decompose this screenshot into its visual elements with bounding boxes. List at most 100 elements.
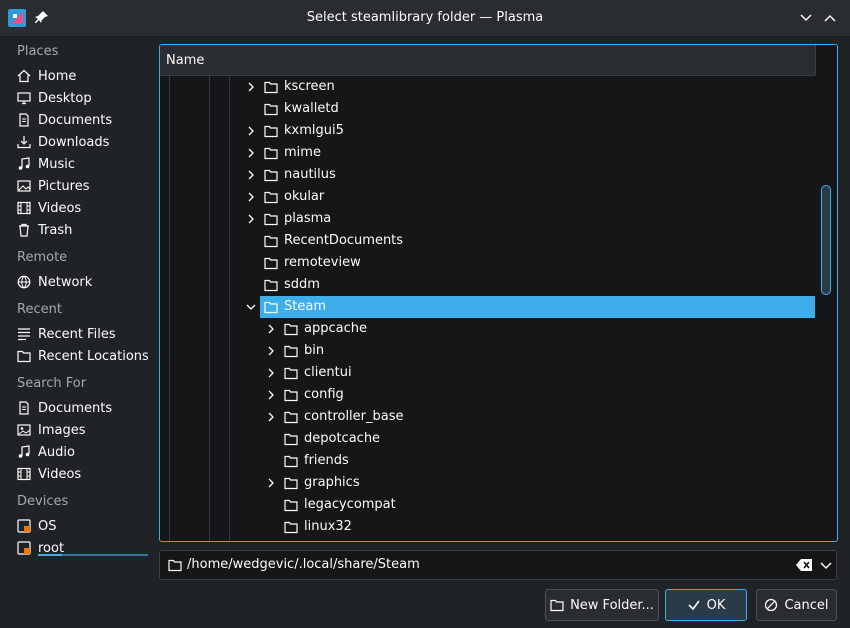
tree-row-depotcache[interactable]: depotcache bbox=[160, 428, 815, 450]
sidebar-item-pictures[interactable]: Pictures bbox=[17, 175, 152, 197]
tree-row-plasma[interactable]: plasma bbox=[160, 208, 815, 230]
sidebar-item-documents[interactable]: Documents bbox=[17, 109, 152, 131]
sidebar-item-trash[interactable]: Trash bbox=[17, 219, 152, 241]
pictures-icon bbox=[17, 180, 31, 192]
tree-body[interactable]: kscreen kwalletd kxmlgui5 mime nautilus okula… bbox=[160, 76, 815, 541]
sidebar-item-remote-network[interactable]: Network bbox=[17, 271, 152, 293]
maximize-chevron-icon[interactable] bbox=[822, 10, 838, 26]
sidebar-item-downloads[interactable]: Downloads bbox=[17, 131, 152, 153]
tree-row-mime[interactable]: mime bbox=[160, 142, 815, 164]
tree-row-sddm[interactable]: sddm bbox=[160, 274, 815, 296]
tree-row-linux32[interactable]: linux32 bbox=[160, 516, 815, 538]
chevron-right-icon[interactable] bbox=[265, 411, 277, 423]
chevron-right-icon[interactable] bbox=[245, 213, 257, 225]
sidebar-item-videos[interactable]: Videos bbox=[17, 197, 152, 219]
folder-icon bbox=[264, 103, 278, 116]
sidebar-item-search-documents[interactable]: Documents bbox=[17, 397, 152, 419]
folder-name: kscreen bbox=[284, 79, 335, 94]
ok-button[interactable]: OK bbox=[665, 589, 747, 621]
folder-icon bbox=[284, 433, 298, 446]
sidebar-item-recent-recent-files[interactable]: Recent Files bbox=[17, 323, 152, 345]
selection-highlight bbox=[260, 296, 815, 318]
folder-name: plasma bbox=[284, 211, 332, 226]
tree-row-controller_base[interactable]: controller_base bbox=[160, 406, 815, 428]
sidebar-item-search-images[interactable]: Images bbox=[17, 419, 152, 441]
tree-row-okular[interactable]: okular bbox=[160, 186, 815, 208]
sidebar-item-home[interactable]: Home bbox=[17, 65, 152, 87]
sidebar-item-search-audio[interactable]: Audio bbox=[17, 441, 152, 463]
chevron-right-icon[interactable] bbox=[245, 147, 257, 159]
folder-name: RecentDocuments bbox=[284, 233, 404, 248]
sidebar-item-recent-recent-locations[interactable]: Recent Locations bbox=[17, 345, 152, 367]
folder-icon bbox=[264, 257, 278, 270]
chevron-right-icon[interactable] bbox=[245, 81, 257, 93]
sidebar-item-label: Recent Locations bbox=[38, 348, 149, 364]
clear-text-icon[interactable] bbox=[796, 559, 812, 571]
tree-row-legacycompat[interactable]: legacycompat bbox=[160, 494, 815, 516]
chevron-down-icon[interactable] bbox=[820, 560, 832, 570]
videos-icon bbox=[17, 467, 31, 481]
drive-icon bbox=[17, 519, 31, 533]
sidebar-item-label: Trash bbox=[38, 222, 73, 238]
minimize-chevron-icon[interactable] bbox=[798, 10, 814, 26]
folder-icon bbox=[264, 147, 278, 160]
tree-row-graphics[interactable]: graphics bbox=[160, 472, 815, 494]
sidebar-item-music[interactable]: Music bbox=[17, 153, 152, 175]
folder-name: mime bbox=[284, 145, 321, 160]
chevron-down-icon[interactable] bbox=[245, 301, 257, 313]
folder-icon bbox=[284, 499, 298, 512]
tree-row-kxmlgui5[interactable]: kxmlgui5 bbox=[160, 120, 815, 142]
chevron-right-icon[interactable] bbox=[265, 367, 277, 379]
folder-name: bin bbox=[304, 343, 325, 358]
sidebar-item-device-os[interactable]: OS bbox=[17, 515, 152, 537]
chevron-right-icon[interactable] bbox=[265, 345, 277, 357]
folder-icon bbox=[284, 389, 298, 402]
tree-row-nautilus[interactable]: nautilus bbox=[160, 164, 815, 186]
scrollbar-thumb[interactable] bbox=[821, 185, 831, 295]
cancel-button[interactable]: Cancel bbox=[756, 589, 837, 621]
recent-header: Recent bbox=[17, 302, 62, 317]
tree-row-config[interactable]: config bbox=[160, 384, 815, 406]
cancel-icon bbox=[765, 598, 778, 612]
chevron-right-icon[interactable] bbox=[265, 323, 277, 335]
folder-icon bbox=[284, 411, 298, 424]
tree-row-kwalletd[interactable]: kwalletd bbox=[160, 98, 815, 120]
chevron-right-icon[interactable] bbox=[245, 191, 257, 203]
folder-tree-view[interactable]: Name kscreen kwalletd kxmlgui5 mime nautilus… bbox=[159, 44, 838, 542]
sidebar-item-desktop[interactable]: Desktop bbox=[17, 87, 152, 109]
chevron-right-icon[interactable] bbox=[265, 389, 277, 401]
chevron-right-icon[interactable] bbox=[245, 169, 257, 181]
remote-header: Remote bbox=[17, 250, 68, 265]
tree-row-steam[interactable]: Steam bbox=[160, 296, 815, 318]
folder-name: linux32 bbox=[304, 519, 352, 534]
path-input[interactable]: /home/wedgevic/.local/share/Steam bbox=[187, 557, 420, 572]
column-header[interactable]: Name bbox=[160, 45, 816, 76]
devices-header: Devices bbox=[17, 494, 69, 509]
tree-row-clientui[interactable]: clientui bbox=[160, 362, 815, 384]
sidebar-item-label: Videos bbox=[38, 466, 82, 482]
folder-icon bbox=[168, 559, 182, 572]
tree-row-appcache[interactable]: appcache bbox=[160, 318, 815, 340]
tree-row-kscreen[interactable]: kscreen bbox=[160, 76, 815, 98]
sidebar-item-label: Music bbox=[38, 156, 75, 172]
tree-row-friends[interactable]: friends bbox=[160, 450, 815, 472]
folder-open-icon bbox=[264, 301, 278, 314]
new-folder-button[interactable]: New Folder... bbox=[545, 589, 659, 621]
folder-name: Steam bbox=[284, 299, 326, 314]
folder-name: nautilus bbox=[284, 167, 336, 182]
folder-name: remoteview bbox=[284, 255, 361, 270]
chevron-right-icon[interactable] bbox=[265, 477, 277, 489]
folder-icon bbox=[284, 477, 298, 490]
path-combobox[interactable]: /home/wedgevic/.local/share/Steam bbox=[159, 550, 837, 580]
ok-label: OK bbox=[706, 597, 726, 613]
column-header-name[interactable]: Name bbox=[166, 53, 204, 68]
tree-row-recentdocuments[interactable]: RecentDocuments bbox=[160, 230, 815, 252]
places-header: Places bbox=[17, 44, 59, 59]
videos-icon bbox=[17, 201, 31, 215]
folder-name: depotcache bbox=[304, 431, 381, 446]
tree-row-remoteview[interactable]: remoteview bbox=[160, 252, 815, 274]
tree-row-bin[interactable]: bin bbox=[160, 340, 815, 362]
sidebar-item-label: OS bbox=[38, 518, 57, 534]
sidebar-item-search-videos[interactable]: Videos bbox=[17, 463, 152, 485]
chevron-right-icon[interactable] bbox=[245, 125, 257, 137]
